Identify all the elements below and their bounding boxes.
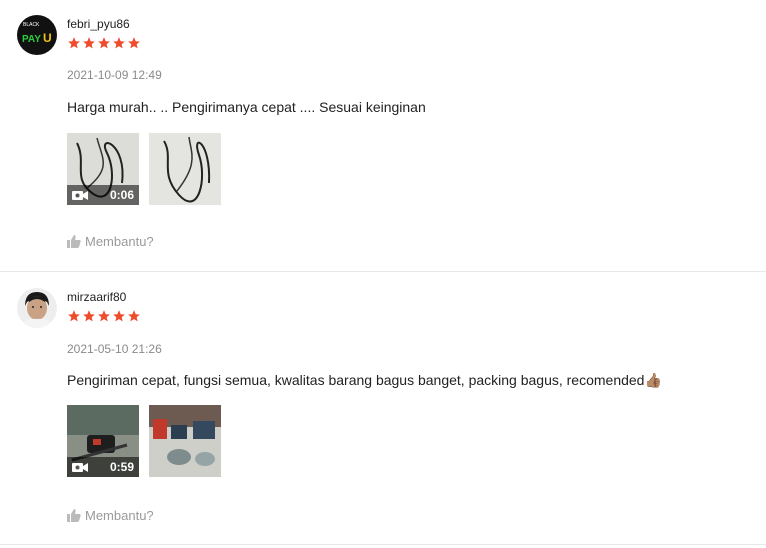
video-camera-icon [72, 462, 88, 472]
video-duration: 0:06 [109, 188, 134, 202]
review-date: 2021-05-10 21:26 [67, 342, 162, 356]
review-item: mirzaarif80 2021-05-10 21:26 Pengiriman … [0, 272, 766, 545]
helpful-button[interactable]: Membantu? [67, 234, 154, 249]
svg-text:BLACK: BLACK [23, 22, 40, 28]
review-media: 0:06 [67, 133, 221, 205]
star-icon [83, 310, 95, 322]
helpful-button[interactable]: Membantu? [67, 508, 154, 523]
review-comment: Pengiriman cepat, fungsi semua, kwalitas… [67, 372, 662, 388]
star-rating [67, 36, 141, 50]
star-icon [128, 37, 140, 49]
review-date: 2021-10-09 12:49 [67, 68, 162, 82]
star-icon [128, 310, 140, 322]
video-bar: 0:59 [67, 457, 139, 477]
photo-thumbnail[interactable] [149, 405, 221, 477]
star-icon [68, 310, 80, 322]
username: febri_pyu86 [67, 17, 130, 31]
avatar[interactable] [17, 288, 57, 328]
thumbs-up-icon [67, 235, 81, 248]
thumbs-up-icon [67, 509, 81, 522]
avatar[interactable]: BLACK PAY U [17, 15, 57, 55]
helpful-label: Membantu? [85, 234, 154, 249]
star-icon [98, 310, 110, 322]
video-bar: 0:06 [67, 185, 139, 205]
review-comment: Harga murah.. .. Pengirimanya cepat ....… [67, 99, 426, 115]
review-media: 0:59 [67, 405, 221, 477]
svg-text:U: U [43, 31, 52, 45]
review-item: BLACK PAY U febri_pyu86 2021-10-09 12:49… [0, 0, 766, 272]
photo-thumbnail[interactable] [149, 133, 221, 205]
username: mirzaarif80 [67, 290, 127, 304]
star-icon [98, 37, 110, 49]
video-thumbnail[interactable]: 0:06 [67, 133, 139, 205]
video-camera-icon [72, 190, 88, 200]
video-thumbnail[interactable]: 0:59 [67, 405, 139, 477]
star-icon [113, 37, 125, 49]
star-icon [83, 37, 95, 49]
star-icon [113, 310, 125, 322]
video-duration: 0:59 [109, 460, 134, 474]
svg-text:PAY: PAY [22, 34, 41, 45]
star-icon [68, 37, 80, 49]
star-rating [67, 309, 141, 323]
helpful-label: Membantu? [85, 508, 154, 523]
